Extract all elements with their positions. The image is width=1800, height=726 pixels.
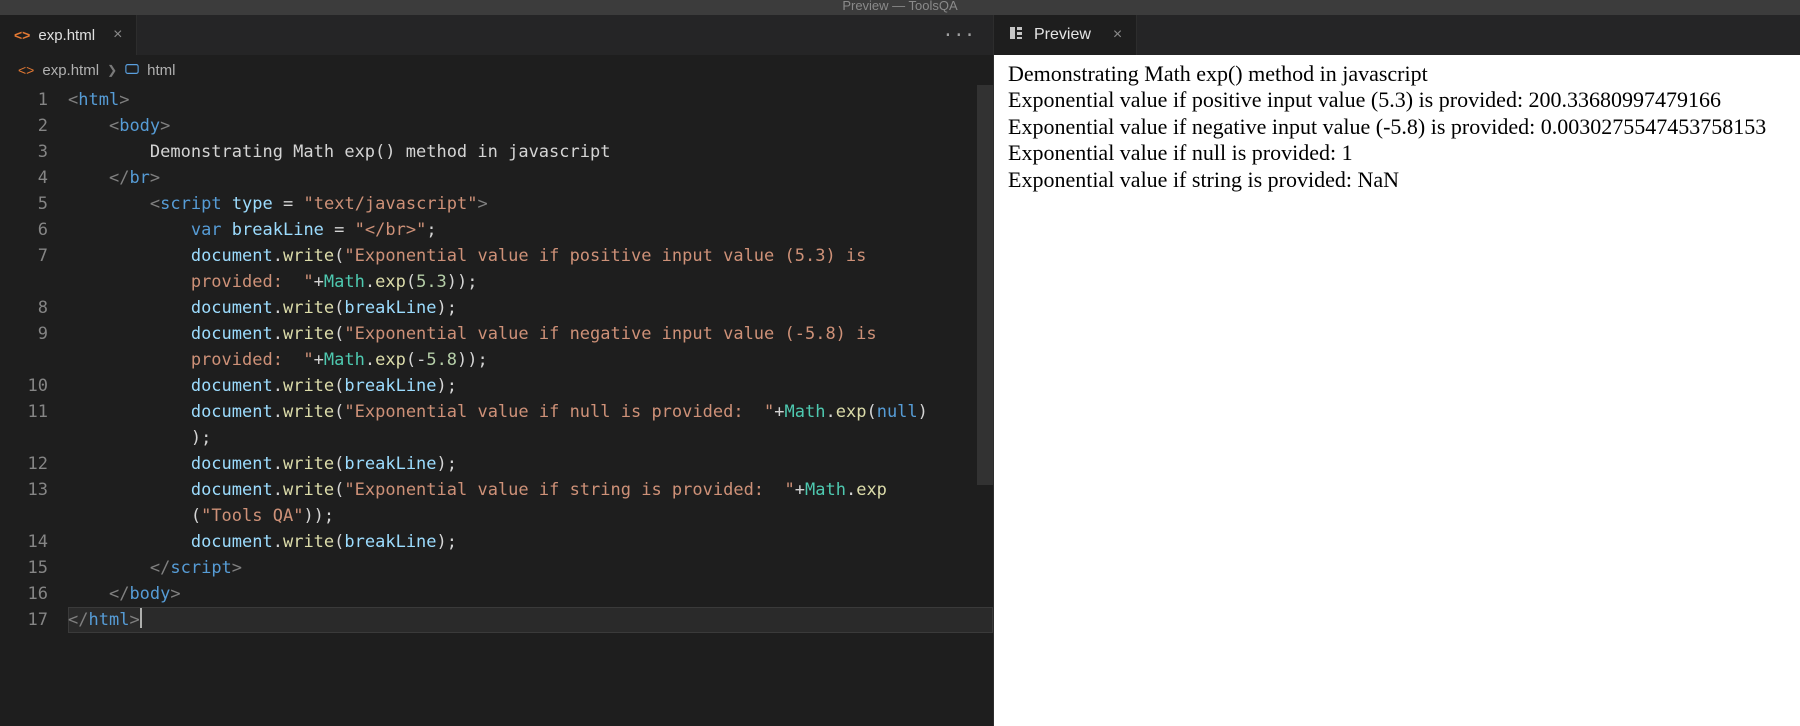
- preview-line: Demonstrating Math exp() method in javas…: [1008, 61, 1786, 87]
- preview-content: Demonstrating Math exp() method in javas…: [994, 55, 1800, 726]
- window-title: Preview — ToolsQA: [842, 0, 957, 13]
- code-line[interactable]: document.write(breakLine);: [68, 373, 993, 399]
- preview-line: Exponential value if positive input valu…: [1008, 87, 1786, 113]
- tab-exp-html[interactable]: <> exp.html ×: [0, 15, 137, 55]
- more-actions-icon[interactable]: ···: [942, 25, 975, 46]
- preview-icon: [1008, 25, 1024, 45]
- code-line[interactable]: Demonstrating Math exp() method in javas…: [68, 139, 993, 165]
- close-icon[interactable]: ×: [1101, 26, 1122, 44]
- code-line[interactable]: );: [68, 425, 993, 451]
- breadcrumb-file: exp.html: [42, 62, 99, 79]
- code-line[interactable]: provided: "+Math.exp(-5.8));: [68, 347, 993, 373]
- code-line[interactable]: </br>: [68, 165, 993, 191]
- code-line[interactable]: document.write("Exponential value if pos…: [68, 243, 993, 269]
- breadcrumb[interactable]: <> exp.html ❯ html: [0, 55, 993, 85]
- main-split: <> exp.html × ··· <> exp.html ❯ html 123…: [0, 15, 1800, 726]
- html-element-icon: [125, 62, 139, 79]
- preview-tab-label: Preview: [1034, 26, 1091, 44]
- vertical-scrollbar[interactable]: [977, 85, 993, 485]
- chevron-right-icon: ❯: [107, 63, 117, 77]
- preview-line: Exponential value if null is provided: 1: [1008, 140, 1786, 166]
- window-titlebar: Preview — ToolsQA: [0, 0, 1800, 15]
- preview-pane: Preview × Demonstrating Math exp() metho…: [994, 15, 1800, 726]
- line-number-gutter: 1234567.89.1011.1213.14151617: [0, 85, 68, 726]
- preview-line: Exponential value if string is provided:…: [1008, 167, 1786, 193]
- editor-tabs: <> exp.html × ···: [0, 15, 993, 55]
- tab-preview[interactable]: Preview ×: [994, 15, 1137, 55]
- close-icon[interactable]: ×: [103, 26, 122, 44]
- preview-tabs: Preview ×: [994, 15, 1800, 55]
- code-line[interactable]: document.write("Exponential value if neg…: [68, 321, 993, 347]
- html-file-icon: <>: [18, 62, 34, 78]
- code-line[interactable]: provided: "+Math.exp(5.3));: [68, 269, 993, 295]
- preview-line: Exponential value if negative input valu…: [1008, 114, 1786, 140]
- code-line[interactable]: </body>: [68, 581, 993, 607]
- code-line[interactable]: </html>: [68, 607, 993, 633]
- code-line[interactable]: <html>: [68, 87, 993, 113]
- code-area[interactable]: <html> <body> Demonstrating Math exp() m…: [68, 85, 993, 726]
- code-line[interactable]: document.write("Exponential value if str…: [68, 477, 993, 503]
- code-line[interactable]: ("Tools QA"));: [68, 503, 993, 529]
- tab-label: exp.html: [38, 27, 95, 44]
- code-line[interactable]: document.write("Exponential value if nul…: [68, 399, 993, 425]
- code-line[interactable]: </script>: [68, 555, 993, 581]
- tab-actions: ···: [942, 15, 993, 55]
- code-line[interactable]: var breakLine = "</br>";: [68, 217, 993, 243]
- code-line[interactable]: document.write(breakLine);: [68, 529, 993, 555]
- code-line[interactable]: <script type = "text/javascript">: [68, 191, 993, 217]
- code-line[interactable]: document.write(breakLine);: [68, 451, 993, 477]
- code-line[interactable]: <body>: [68, 113, 993, 139]
- breadcrumb-element: html: [147, 62, 175, 79]
- editor-pane: <> exp.html × ··· <> exp.html ❯ html 123…: [0, 15, 994, 726]
- html-file-icon: <>: [14, 27, 30, 43]
- code-line[interactable]: document.write(breakLine);: [68, 295, 993, 321]
- code-editor[interactable]: 1234567.89.1011.1213.14151617 <html> <bo…: [0, 85, 993, 726]
